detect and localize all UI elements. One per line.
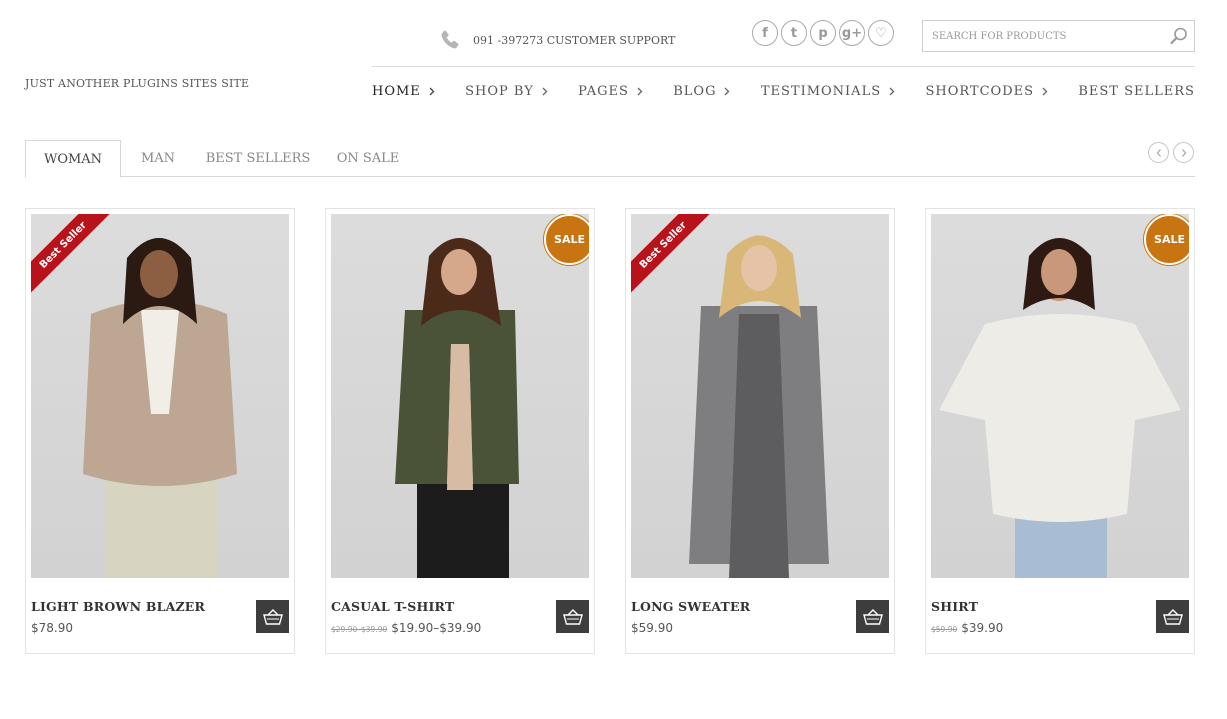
main-nav: HOME SHOP BY PAGES BLOG TESTIMONIALS SHO… — [372, 84, 1195, 99]
product-price: $59.90 $39.90 — [931, 621, 1003, 635]
old-price: $59.90 — [931, 625, 958, 634]
search-icon[interactable] — [1164, 21, 1194, 51]
product-name[interactable]: SHIRT — [931, 599, 978, 614]
social-links: f t p g+ ♡ — [752, 20, 894, 46]
add-to-cart-button[interactable] — [256, 600, 289, 633]
nav-item-shop-by[interactable]: SHOP BY — [465, 84, 548, 99]
site-tagline: JUST ANOTHER PLUGINS SITES SITE — [25, 77, 250, 90]
tab-on-sale[interactable]: ON SALE — [331, 140, 405, 177]
search-icon-glyph — [1170, 27, 1187, 45]
product-price: $29.90–$39.90 $19.90–$39.90 — [331, 621, 481, 635]
product-image[interactable]: SALE — [331, 214, 589, 578]
heart-icon[interactable]: ♡ — [868, 20, 894, 46]
tab-best-sellers[interactable]: BEST SELLERS — [205, 140, 311, 177]
product-card[interactable]: Best Seller LONG SWEATER $59.90 — [625, 208, 895, 654]
nav-item-label: HOME — [372, 84, 421, 99]
nav-divider — [372, 66, 1195, 67]
nav-item-pages[interactable]: PAGES — [578, 84, 643, 99]
prev-arrow-icon[interactable] — [1148, 142, 1169, 163]
product-image[interactable]: SALE — [931, 214, 1189, 578]
chevron-right-icon — [429, 87, 435, 96]
sale-badge: SALE — [544, 214, 589, 265]
nav-item-best-sellers[interactable]: BEST SELLERS — [1078, 84, 1195, 99]
nav-item-label: SHOP BY — [465, 84, 534, 99]
add-to-cart-button[interactable] — [1156, 600, 1189, 633]
current-price: $19.90–$39.90 — [391, 621, 482, 635]
product-card[interactable]: SALE SHIRT $59.90 $39.90 — [925, 208, 1195, 654]
chevron-right-icon — [1181, 148, 1186, 157]
tab-woman[interactable]: WOMAN — [25, 140, 121, 178]
customer-support: 091 -397273 CUSTOMER SUPPORT — [437, 27, 675, 53]
chevron-right-icon — [542, 87, 548, 96]
add-to-cart-button[interactable] — [556, 600, 589, 633]
nav-item-label: PAGES — [578, 84, 629, 99]
basket-icon — [262, 608, 283, 625]
sale-badge: SALE — [1144, 214, 1189, 265]
current-price: $39.90 — [961, 621, 1004, 635]
nav-item-testimonials[interactable]: TESTIMONIALS — [761, 84, 895, 99]
current-price: $59.90 — [631, 621, 673, 635]
chevron-left-icon — [1156, 148, 1161, 157]
twitter-icon[interactable]: t — [781, 20, 807, 46]
nav-item-shortcodes[interactable]: SHORTCODES — [925, 84, 1048, 99]
chevron-right-icon — [889, 87, 895, 96]
model-figure — [939, 238, 1181, 578]
nav-item-label: BLOG — [673, 84, 717, 99]
best-seller-ribbon: Best Seller — [631, 214, 711, 294]
product-tabs: WOMAN MAN BEST SELLERS ON SALE — [25, 140, 1195, 178]
product-card[interactable]: SALE CASUAL T-SHIRT $29.90–$39.90 $19.90… — [325, 208, 595, 654]
nav-item-blog[interactable]: BLOG — [673, 84, 730, 99]
nav-item-home[interactable]: HOME — [372, 84, 435, 99]
search-input[interactable] — [923, 21, 1164, 51]
old-price: $29.90–$39.90 — [331, 625, 388, 634]
product-price: $59.90 — [631, 621, 673, 635]
nav-item-label: BEST SELLERS — [1078, 84, 1195, 99]
chevron-right-icon — [637, 87, 643, 96]
nav-item-label: SHORTCODES — [925, 84, 1035, 99]
product-name[interactable]: CASUAL T-SHIRT — [331, 599, 454, 614]
product-name[interactable]: LIGHT BROWN BLAZER — [31, 599, 205, 614]
product-name[interactable]: LONG SWEATER — [631, 599, 750, 614]
current-price: $78.90 — [31, 621, 73, 635]
basket-icon — [1162, 608, 1183, 625]
best-seller-label: Best Seller — [631, 214, 711, 294]
phone-icon — [441, 30, 459, 49]
basket-icon — [862, 608, 883, 625]
chevron-right-icon — [1042, 87, 1048, 96]
product-image[interactable]: Best Seller — [31, 214, 289, 578]
pinterest-icon[interactable]: p — [810, 20, 836, 46]
add-to-cart-button[interactable] — [856, 600, 889, 633]
basket-icon — [562, 608, 583, 625]
product-card[interactable]: Best Seller LIGHT BROWN BLAZER $78.90 — [25, 208, 295, 654]
best-seller-label: Best Seller — [31, 214, 111, 294]
product-price: $78.90 — [31, 621, 73, 635]
support-text: 091 -397273 CUSTOMER SUPPORT — [473, 33, 676, 47]
product-image[interactable]: Best Seller — [631, 214, 889, 578]
next-arrow-icon[interactable] — [1173, 142, 1194, 163]
tab-man[interactable]: MAN — [131, 140, 185, 177]
google-plus-icon[interactable]: g+ — [839, 20, 865, 46]
search-box — [922, 20, 1195, 52]
chevron-right-icon — [725, 87, 730, 96]
facebook-icon[interactable]: f — [752, 20, 778, 46]
nav-item-label: TESTIMONIALS — [760, 84, 882, 99]
model-figure — [395, 238, 519, 578]
best-seller-ribbon: Best Seller — [31, 214, 111, 294]
